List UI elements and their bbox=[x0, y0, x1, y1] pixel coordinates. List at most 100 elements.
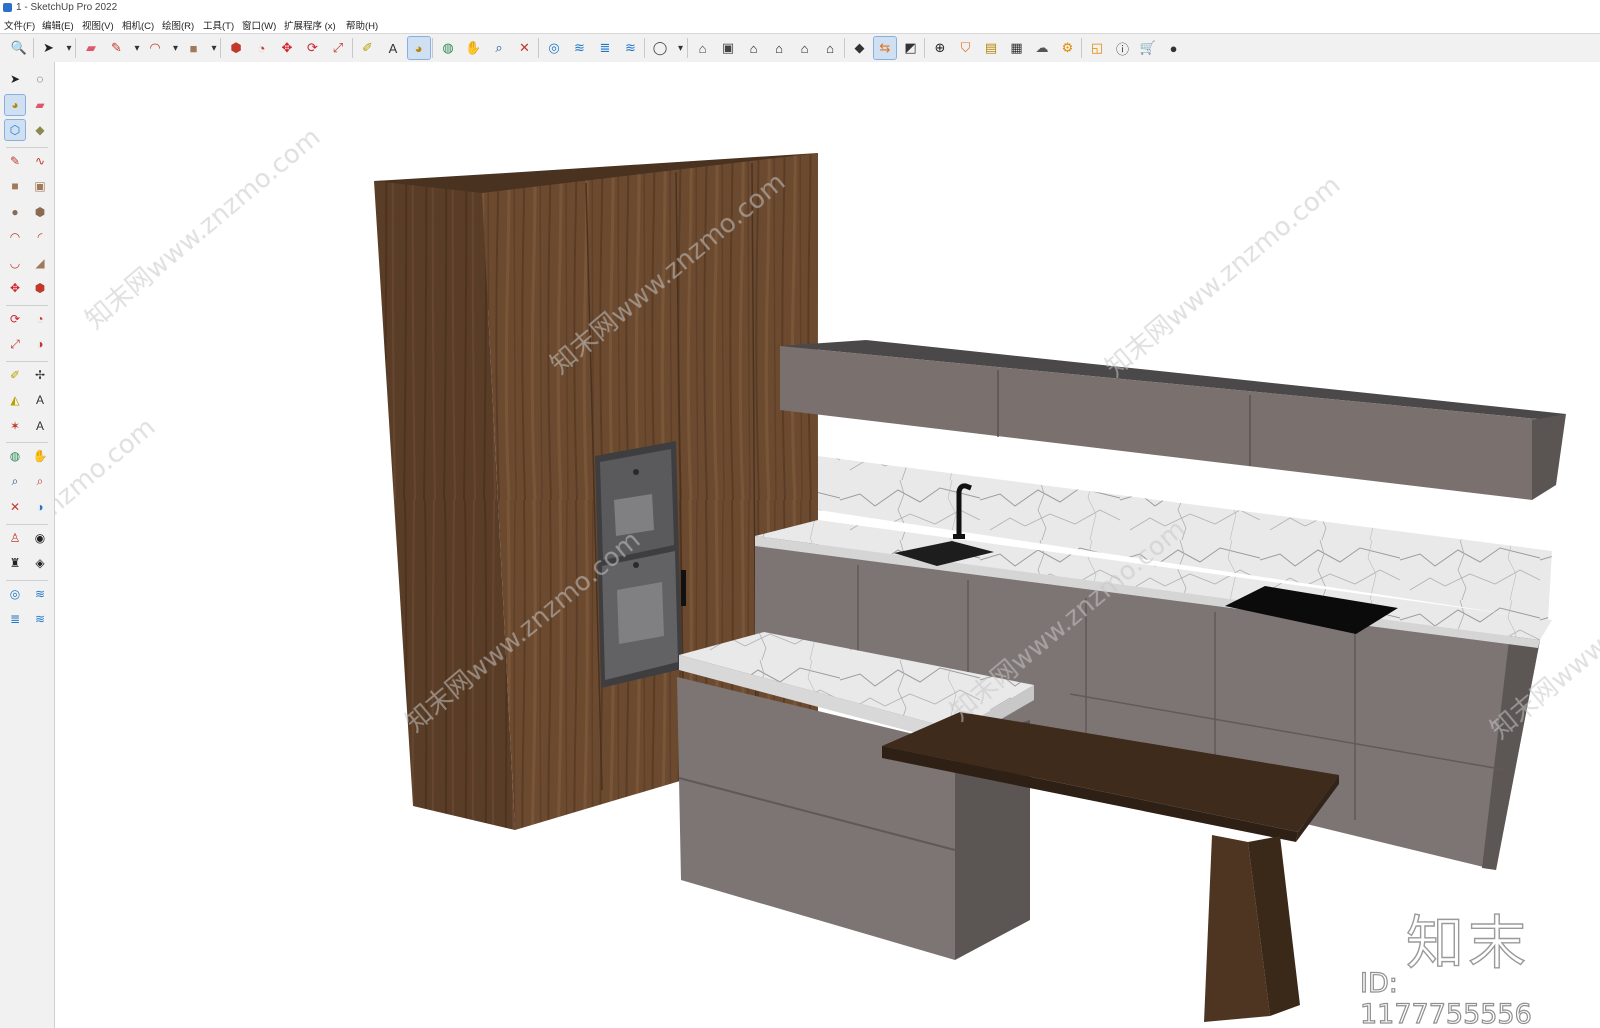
dropdown-icon[interactable]: ▾ bbox=[63, 37, 75, 59]
search-icon[interactable]: 🔍 bbox=[8, 37, 30, 59]
warehouse-icon[interactable]: ◎ bbox=[5, 584, 25, 604]
style-builder-icon[interactable]: ≋ bbox=[30, 609, 50, 629]
eraser-icon[interactable]: ▰ bbox=[80, 37, 102, 59]
dropdown-icon[interactable]: ▾ bbox=[675, 37, 687, 59]
look-around-icon[interactable]: ◉ bbox=[30, 528, 50, 548]
dropdown-icon[interactable]: ▾ bbox=[208, 37, 220, 59]
push-pull-icon[interactable]: ⬢ bbox=[225, 37, 247, 59]
offset-icon[interactable]: ◑ bbox=[30, 334, 50, 354]
menu-help[interactable]: 帮助(H) bbox=[346, 18, 378, 32]
freehand-icon[interactable]: ∿ bbox=[30, 151, 50, 171]
kitchen-model-scene: 知末网www.znzmo.com 知末网www.znzmo.com 知末网www… bbox=[55, 122, 1600, 1022]
profile-icon[interactable]: ● bbox=[1163, 37, 1185, 59]
folder-icon[interactable]: ◱ bbox=[1086, 37, 1108, 59]
zoom-icon[interactable]: ⌕ bbox=[488, 37, 510, 59]
axes-icon[interactable]: ✶ bbox=[5, 416, 25, 436]
materials-icon[interactable]: ▤ bbox=[980, 37, 1002, 59]
lasso-icon[interactable]: ◌ bbox=[30, 69, 50, 89]
rotate-icon[interactable]: ⟳ bbox=[5, 309, 25, 329]
zoom-extents-icon[interactable]: ✕ bbox=[5, 497, 25, 517]
zoom-window-icon[interactable]: ⌕ bbox=[30, 472, 50, 492]
dropdown-icon[interactable]: ▾ bbox=[131, 37, 143, 59]
extension-warehouse-icon[interactable]: ≋ bbox=[30, 584, 50, 604]
model-viewport[interactable]: 知末网www.znzmo.com 知末网www.znzmo.com 知末网www… bbox=[55, 62, 1600, 1028]
three-point-arc-icon[interactable]: ◡ bbox=[5, 253, 25, 273]
text-label-icon[interactable]: A bbox=[382, 37, 404, 59]
zoom-extents-icon[interactable]: ✕ bbox=[514, 37, 536, 59]
cart-icon[interactable]: 🛒 bbox=[1137, 37, 1159, 59]
menu-edit[interactable]: 编辑(E) bbox=[42, 18, 74, 32]
pie-icon[interactable]: ◢ bbox=[30, 253, 50, 273]
settings-gear-icon[interactable]: ⚙ bbox=[1057, 37, 1079, 59]
follow-me-icon[interactable]: ◔ bbox=[251, 37, 273, 59]
tape-measure-icon[interactable]: ✐ bbox=[357, 37, 379, 59]
front-view-icon[interactable]: ⌂ bbox=[743, 37, 765, 59]
scale-icon[interactable]: ⤢ bbox=[5, 334, 25, 354]
layout-icon[interactable]: ≣ bbox=[5, 609, 25, 629]
layout-icon[interactable]: ≣ bbox=[594, 37, 616, 59]
dropdown-icon[interactable]: ▾ bbox=[170, 37, 182, 59]
left-view-icon[interactable]: ⌂ bbox=[819, 37, 841, 59]
rectangle-icon[interactable]: ■ bbox=[5, 176, 25, 196]
polygon-icon[interactable]: ⬢ bbox=[30, 202, 50, 222]
iso-view-icon[interactable]: ⌂ bbox=[692, 37, 714, 59]
pan-icon[interactable]: ✋ bbox=[30, 446, 50, 466]
scale-icon[interactable]: ⤢ bbox=[327, 37, 349, 59]
dimension-icon[interactable]: ✢ bbox=[30, 365, 50, 385]
solid-tools-icon[interactable]: ◆ bbox=[849, 37, 871, 59]
3d-text-icon[interactable]: A bbox=[30, 416, 50, 436]
rotated-rectangle-icon[interactable]: ▣ bbox=[30, 176, 50, 196]
arc-icon[interactable]: ◠ bbox=[144, 37, 166, 59]
style-builder-icon[interactable]: ≋ bbox=[620, 37, 642, 59]
follow-me-icon[interactable]: ◔ bbox=[30, 309, 50, 329]
shield-icon[interactable]: ⛉ bbox=[955, 37, 977, 59]
protractor-icon[interactable]: ◭ bbox=[5, 390, 25, 410]
pencil-icon[interactable]: ✎ bbox=[5, 151, 25, 171]
add-location-icon[interactable]: ⊕ bbox=[929, 37, 951, 59]
previous-view-icon[interactable]: ◑ bbox=[30, 497, 50, 517]
move-icon[interactable]: ✥ bbox=[5, 278, 25, 298]
checker-icon[interactable]: ▦ bbox=[1006, 37, 1028, 59]
paint-bucket-icon[interactable]: ◕ bbox=[406, 36, 431, 60]
move-icon[interactable]: ✥ bbox=[276, 37, 298, 59]
cloud-icon[interactable]: ☁ bbox=[1031, 37, 1053, 59]
component-icon[interactable]: ⬡ bbox=[4, 119, 26, 141]
user-account-icon[interactable]: ◯ bbox=[649, 37, 671, 59]
tag-icon[interactable]: ◆ bbox=[30, 120, 50, 140]
pencil-icon[interactable]: ✎ bbox=[106, 37, 128, 59]
two-point-arc-icon[interactable]: ◜ bbox=[30, 227, 50, 247]
zoom-icon[interactable]: ⌕ bbox=[5, 472, 25, 492]
walk-icon[interactable]: ♜ bbox=[5, 553, 25, 573]
scenes-icon[interactable]: ◩ bbox=[900, 37, 922, 59]
orbit-icon[interactable]: ◍ bbox=[5, 446, 25, 466]
back-view-icon[interactable]: ⌂ bbox=[794, 37, 816, 59]
position-camera-icon[interactable]: ♙ bbox=[5, 528, 25, 548]
menu-view[interactable]: 视图(V) bbox=[82, 18, 114, 32]
push-pull-icon[interactable]: ⬢ bbox=[30, 278, 50, 298]
eraser-icon[interactable]: ▰ bbox=[30, 95, 50, 115]
extension-warehouse-icon[interactable]: ≋ bbox=[569, 37, 591, 59]
menu-extensions[interactable]: 扩展程序 (x) bbox=[284, 18, 336, 32]
right-view-icon[interactable]: ⌂ bbox=[768, 37, 790, 59]
select-icon[interactable]: ➤ bbox=[5, 69, 25, 89]
circle-icon[interactable]: ● bbox=[5, 202, 25, 222]
section-plane-icon[interactable]: ◈ bbox=[30, 553, 50, 573]
menu-draw[interactable]: 绘图(R) bbox=[162, 18, 194, 32]
warehouse-icon[interactable]: ◎ bbox=[543, 37, 565, 59]
menu-camera[interactable]: 相机(C) bbox=[122, 18, 154, 32]
paint-bucket-icon[interactable]: ◕ bbox=[4, 93, 26, 116]
menu-file[interactable]: 文件(F) bbox=[4, 18, 35, 32]
menu-tools[interactable]: 工具(T) bbox=[203, 18, 234, 32]
section-plane-icon[interactable]: ⇆ bbox=[873, 36, 897, 60]
select-icon[interactable]: ➤ bbox=[38, 37, 60, 59]
tape-measure-icon[interactable]: ✐ bbox=[5, 365, 25, 385]
rotate-icon[interactable]: ⟳ bbox=[302, 37, 324, 59]
rectangle-icon[interactable]: ■ bbox=[183, 37, 205, 59]
orbit-icon[interactable]: ◍ bbox=[437, 37, 459, 59]
arc-icon[interactable]: ◠ bbox=[5, 227, 25, 247]
top-view-icon[interactable]: ▣ bbox=[717, 37, 739, 59]
info-icon[interactable]: ⓘ bbox=[1112, 37, 1134, 59]
pan-icon[interactable]: ✋ bbox=[463, 37, 485, 59]
menu-window[interactable]: 窗口(W) bbox=[242, 18, 276, 32]
text-icon[interactable]: A bbox=[30, 390, 50, 410]
